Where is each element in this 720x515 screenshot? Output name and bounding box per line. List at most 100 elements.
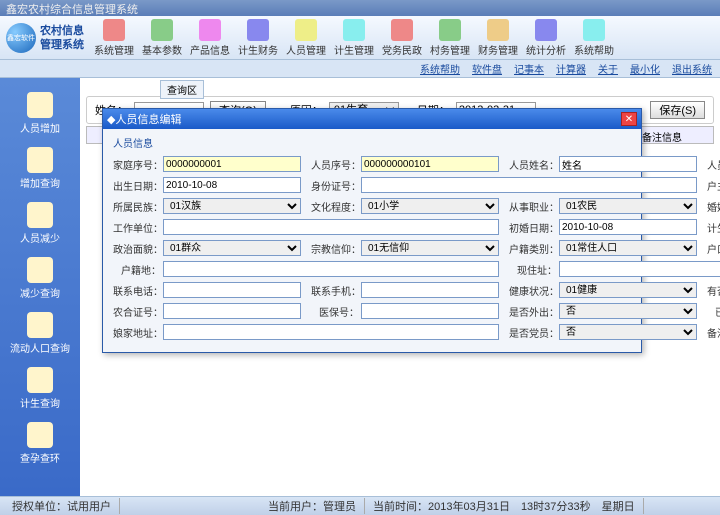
spouse-addr-label: 娘家地址： xyxy=(113,325,161,340)
spouse-addr-input[interactable] xyxy=(163,324,499,340)
is-out-input[interactable]: 否 xyxy=(559,303,697,319)
health-label: 健康状况： xyxy=(509,283,557,298)
person-name-input[interactable] xyxy=(559,156,697,172)
person-no: 人员序号： xyxy=(311,156,499,172)
toolbar-8[interactable]: 财务管理 xyxy=(474,17,522,59)
family-no-input[interactable] xyxy=(163,156,301,172)
id-no-label: 身份证号： xyxy=(311,178,359,193)
health-input[interactable]: 01健康 xyxy=(559,282,697,298)
coop-label: 有否农合： xyxy=(707,283,720,298)
status-bar: 授权单位：试用用户 当前用户：管理员 当前时间：2013年03月31日 13时3… xyxy=(0,496,720,515)
sidebar-item-5[interactable]: 计生查询 xyxy=(0,361,80,416)
toolbar-7[interactable]: 村务管理 xyxy=(426,17,474,59)
household-type: 户籍类别：01常住人口 xyxy=(509,240,697,256)
person-no-label: 人员序号： xyxy=(311,157,359,172)
sidebar-item-6[interactable]: 查孕查环 xyxy=(0,416,80,471)
sidebar-label: 计生查询 xyxy=(20,395,60,410)
plan: 计生对象：01上环 xyxy=(707,219,720,235)
sidebar-label: 增加查询 xyxy=(20,175,60,190)
close-icon[interactable]: ✕ xyxy=(621,112,637,126)
link-4[interactable]: 关于 xyxy=(598,61,618,76)
logo-text: 农村信息管理系统 xyxy=(40,24,84,52)
medical-no-input[interactable] xyxy=(361,303,499,319)
sidebar-item-2[interactable]: 人员减少 xyxy=(0,196,80,251)
toolbar-icon xyxy=(343,19,365,41)
mobile-input[interactable] xyxy=(361,282,499,298)
toolbar-1[interactable]: 基本参数 xyxy=(138,17,186,59)
window-titlebar: 鑫宏农村综合信息管理系统 xyxy=(0,0,720,16)
household-code: 户口编号： xyxy=(707,240,720,256)
mobile: 联系手机： xyxy=(311,282,499,298)
save-button[interactable]: 保存(S) xyxy=(650,101,705,119)
sidebar-icon xyxy=(27,92,53,118)
toolbar-4[interactable]: 人员管理 xyxy=(282,17,330,59)
toolbar-icon xyxy=(151,19,173,41)
relation: 户主关系：01本人 xyxy=(707,177,720,193)
toolbar-9[interactable]: 统计分析 xyxy=(522,17,570,59)
sidebar-item-3[interactable]: 减少查询 xyxy=(0,251,80,306)
dialog-titlebar[interactable]: ◆ 人员信息编辑 ✕ xyxy=(103,109,641,129)
toolbar-icon xyxy=(439,19,461,41)
nation-input[interactable]: 01汉族 xyxy=(163,198,301,214)
sidebar-label: 人员增加 xyxy=(20,120,60,135)
sidebar-item-4[interactable]: 流动人口查询 xyxy=(0,306,80,361)
household-addr-input[interactable] xyxy=(163,261,499,277)
job-input[interactable]: 01农民 xyxy=(559,198,697,214)
link-6[interactable]: 退出系统 xyxy=(672,61,712,76)
link-5[interactable]: 最小化 xyxy=(630,61,660,76)
education-input[interactable]: 01小学 xyxy=(361,198,499,214)
political-label: 政治面貌： xyxy=(113,241,161,256)
coop-no-label: 农合证号： xyxy=(113,304,161,319)
education-label: 文化程度： xyxy=(311,199,359,214)
household-code-label: 户口编号： xyxy=(707,241,720,256)
sidebar-item-0[interactable]: 人员增加 xyxy=(0,86,80,141)
toolbar-3[interactable]: 计生财务 xyxy=(234,17,282,59)
household-type-input[interactable]: 01常住人口 xyxy=(559,240,697,256)
coop-no: 农合证号： xyxy=(113,303,301,319)
toolbar-icon xyxy=(487,19,509,41)
link-3[interactable]: 计算器 xyxy=(556,61,586,76)
toolbar-icon xyxy=(535,19,557,41)
job-label: 从事职业： xyxy=(509,199,557,214)
toolbar-icon xyxy=(391,19,413,41)
toolbar-icon xyxy=(199,19,221,41)
person-edit-dialog: ◆ 人员信息编辑 ✕ 人员信息 家庭序号：人员序号：人员姓名：人员性别：男出生日… xyxy=(102,108,642,353)
first-marry-input[interactable] xyxy=(559,219,697,235)
toolbar-5[interactable]: 计生管理 xyxy=(330,17,378,59)
toolbar-label: 基本参数 xyxy=(142,42,182,57)
is-party-label: 是否党员： xyxy=(509,325,557,340)
toolbar-2[interactable]: 产品信息 xyxy=(186,17,234,59)
sidebar-item-1[interactable]: 增加查询 xyxy=(0,141,80,196)
toolbar-10[interactable]: 系统帮助 xyxy=(570,17,618,59)
query-tab: 查询区 xyxy=(160,80,204,99)
education: 文化程度：01小学 xyxy=(311,198,499,214)
person-no-input[interactable] xyxy=(361,156,499,172)
coop-no-input[interactable] xyxy=(163,303,301,319)
sidebar-icon xyxy=(27,257,53,283)
political-input[interactable]: 01群众 xyxy=(163,240,301,256)
household-addr-label: 户籍地： xyxy=(113,262,161,277)
religion-input[interactable]: 01无信仰 xyxy=(361,240,499,256)
phone-input[interactable] xyxy=(163,282,301,298)
nation: 所属民族：01汉族 xyxy=(113,198,301,214)
toolbar-label: 系统帮助 xyxy=(574,42,614,57)
is-party: 是否党员：否 xyxy=(509,324,697,340)
work-unit: 工作单位： xyxy=(113,219,499,235)
id-no-input[interactable] xyxy=(361,177,697,193)
birth-input[interactable] xyxy=(163,177,301,193)
dialog-bullet-icon: ◆ xyxy=(107,113,115,126)
is-reduced: 已减少：否 xyxy=(707,303,720,319)
is-out-label: 是否外出： xyxy=(509,304,557,319)
toolbar-label: 人员管理 xyxy=(286,42,326,57)
current-addr-input[interactable] xyxy=(559,261,720,277)
sidebar-icon xyxy=(27,422,53,448)
first-marry: 初婚日期： xyxy=(509,219,697,235)
work-unit-input[interactable] xyxy=(163,219,499,235)
link-0[interactable]: 系统帮助 xyxy=(420,61,460,76)
link-1[interactable]: 软件盘 xyxy=(472,61,502,76)
current-addr: 现住址： xyxy=(509,261,720,277)
toolbar-6[interactable]: 党务民政 xyxy=(378,17,426,59)
link-2[interactable]: 记事本 xyxy=(514,61,544,76)
is-party-input[interactable]: 否 xyxy=(559,324,697,340)
toolbar-0[interactable]: 系统管理 xyxy=(90,17,138,59)
